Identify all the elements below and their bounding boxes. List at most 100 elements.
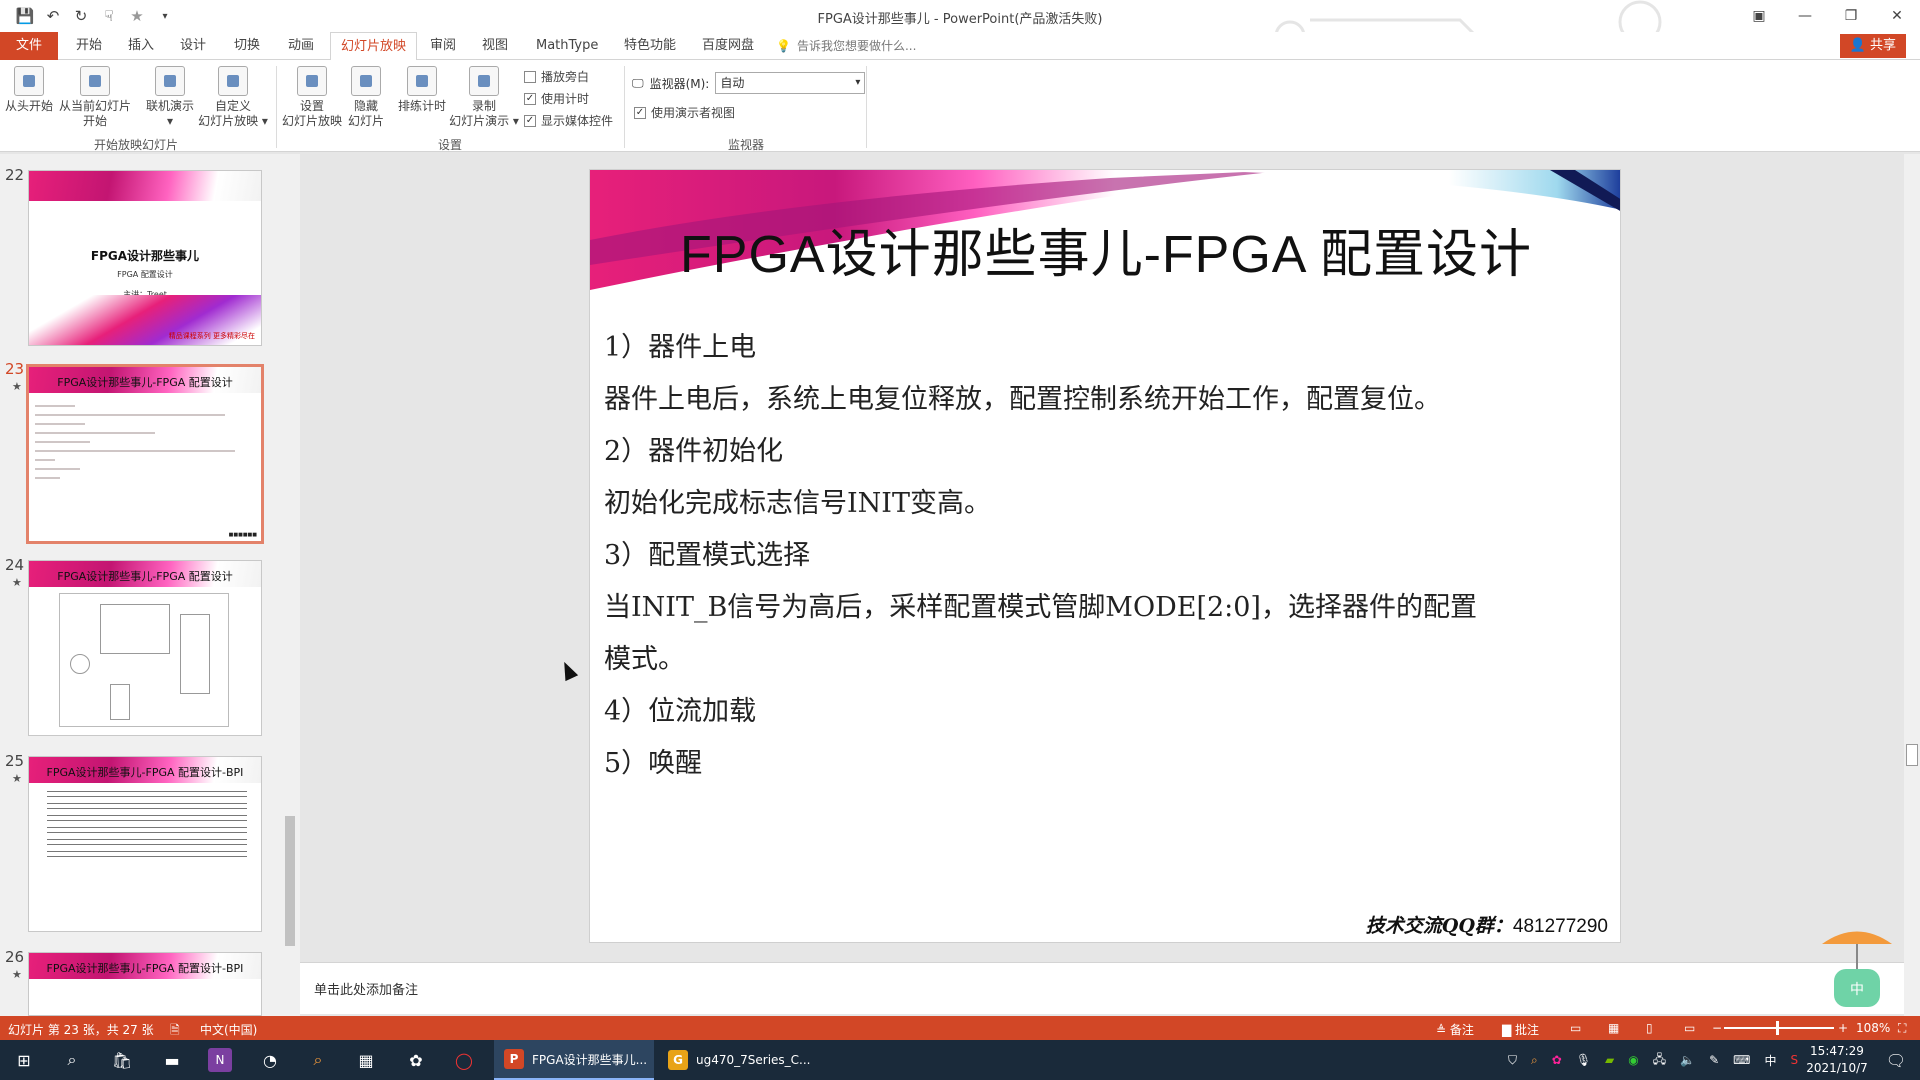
slide-number: 25 xyxy=(5,752,25,770)
slide-scrollbar[interactable] xyxy=(1904,154,1920,1016)
settings-flower-icon[interactable]: ✿ xyxy=(404,1048,428,1072)
rehearse-timings-button[interactable]: 排练计时 xyxy=(394,66,450,114)
hide-slide-button[interactable]: 隐藏 幻灯片 xyxy=(344,66,388,129)
thumbnails-scrollbar[interactable] xyxy=(283,158,297,1014)
play-narrations-checkbox[interactable]: 播放旁白 xyxy=(524,68,589,85)
tab-special-features[interactable]: 特色功能 xyxy=(614,32,686,60)
app-icon[interactable]: ◔ xyxy=(258,1048,282,1072)
store-icon[interactable]: 🛍 xyxy=(110,1048,134,1072)
ime-indicator[interactable]: 中 xyxy=(1765,1052,1777,1069)
nvidia-icon[interactable]: ▰ xyxy=(1605,1053,1614,1067)
shield-icon[interactable]: ⛉ xyxy=(1508,1053,1517,1068)
tab-design[interactable]: 设计 xyxy=(170,32,216,60)
tab-view[interactable]: 视图 xyxy=(472,32,518,60)
keyboard-icon[interactable]: ⌨ xyxy=(1733,1053,1750,1067)
minimize-icon[interactable]: — xyxy=(1782,0,1828,32)
slide-counter: 幻灯片 第 23 张，共 27 张 xyxy=(8,1023,154,1037)
language-indicator[interactable]: 中文(中国) xyxy=(200,1021,257,1038)
slide-thumbnail-26[interactable]: FPGA设计那些事儿-FPGA 配置设计-BPI xyxy=(28,952,262,1016)
zoom-out-icon[interactable]: − xyxy=(1712,1021,1722,1035)
search-tool-icon[interactable]: ⌕ xyxy=(306,1048,330,1072)
hide-slide-icon xyxy=(351,66,381,96)
present-online-button[interactable]: 联机演示 ▾ xyxy=(142,66,198,129)
tab-slide-show[interactable]: 幻灯片放映 xyxy=(330,32,418,61)
onenote-icon[interactable]: N xyxy=(208,1048,232,1072)
group-label-setup: 设置 xyxy=(438,138,463,152)
presenter-view-checkbox[interactable]: ✓ 使用演示者视图 xyxy=(634,104,735,121)
slide-thumbnail-22[interactable]: FPGA设计那些事儿 FPGA 配置设计 主讲：Treet 精品课程系列 更多精… xyxy=(28,170,262,346)
slide-thumbnail-23[interactable]: FPGA设计那些事儿-FPGA 配置设计 ■■■■■■ xyxy=(26,364,264,544)
calculator-icon[interactable]: ▦ xyxy=(354,1048,378,1072)
slide-title[interactable]: FPGA设计那些事儿-FPGA 配置设计 xyxy=(590,212,1620,287)
custom-show-label-2: 幻灯片放映 ▾ xyxy=(198,114,268,128)
taskbar-app-pdf[interactable]: G ug470_7Series_C... xyxy=(658,1040,818,1080)
thumbnail-schematic xyxy=(59,593,229,727)
slide-thumbnail-25[interactable]: FPGA设计那些事儿-FPGA 配置设计-BPI xyxy=(28,756,262,932)
file-explorer-icon[interactable]: ▬ xyxy=(160,1048,184,1072)
notes-pane[interactable]: 单击此处添加备注 xyxy=(300,962,1904,1014)
taskbar-clock[interactable]: 15:47:29 2021/10/7 xyxy=(1792,1043,1882,1077)
taskbar-app-powerpoint[interactable]: P FPGA设计那些事儿... xyxy=(494,1040,654,1080)
share-button[interactable]: 👤 共享 xyxy=(1839,34,1906,58)
slide-body-text[interactable]: 1）器件上电 器件上电后，系统上电复位释放，配置控制系统开始工作，配置复位。 2… xyxy=(604,322,1604,790)
volume-icon[interactable]: 🔈 xyxy=(1680,1053,1695,1067)
stopwatch-icon xyxy=(407,66,437,96)
microphone-icon[interactable]: 🎙 xyxy=(1576,1053,1591,1067)
flower-tray-icon[interactable]: ✿ xyxy=(1552,1053,1562,1067)
zoom-level[interactable]: 108% xyxy=(1856,1021,1890,1035)
tab-file[interactable]: 文件 xyxy=(0,32,58,60)
checkbox-checked-icon: ✓ xyxy=(524,114,536,127)
windows-start-icon[interactable]: ⊞ xyxy=(12,1048,36,1072)
tab-home[interactable]: 开始 xyxy=(66,32,112,60)
search-icon[interactable]: ⌕ xyxy=(60,1048,84,1072)
tell-me-box[interactable]: 💡 告诉我您想要做什么... xyxy=(776,32,916,60)
slideshow-view-icon[interactable]: ▭ xyxy=(1684,1021,1695,1035)
search-tray-icon[interactable]: ⌕ xyxy=(1531,1053,1538,1068)
restore-icon[interactable]: ❐ xyxy=(1828,0,1874,32)
setup-slide-show-button[interactable]: 设置 幻灯片放映 xyxy=(280,66,344,129)
clock-date: 2021/10/7 xyxy=(1806,1061,1868,1075)
network-icon[interactable]: 🖧 xyxy=(1653,1050,1666,1071)
zoom-in-icon[interactable]: + xyxy=(1838,1021,1848,1035)
zoom-slider[interactable] xyxy=(1724,1027,1834,1029)
monitor-selector: 🖵 监视器(M): 自动 xyxy=(632,72,866,94)
use-timings-checkbox[interactable]: ✓ 使用计时 xyxy=(524,90,589,107)
show-media-controls-label: 显示媒体控件 xyxy=(541,114,614,128)
zoom-slider-knob[interactable] xyxy=(1776,1021,1779,1035)
close-icon[interactable]: ✕ xyxy=(1874,0,1920,32)
monitor-dropdown[interactable]: 自动 xyxy=(715,72,866,94)
record-slide-show-button[interactable]: 录制 幻灯片演示 ▾ xyxy=(448,66,520,129)
opera-icon[interactable]: ◯ xyxy=(452,1048,476,1072)
fit-to-window-icon[interactable]: ⛶ xyxy=(1898,1021,1906,1036)
scrollbar-thumb[interactable] xyxy=(1906,744,1918,766)
dropdown-arrow-icon: ▾ xyxy=(166,114,174,128)
notification-center-icon[interactable]: 🗨 xyxy=(1884,1048,1908,1072)
slide-transition-star-icon: ★ xyxy=(12,772,22,785)
scrollbar-thumb[interactable] xyxy=(285,816,295,946)
tab-mathtype[interactable]: MathType xyxy=(526,32,608,60)
comments-toggle-button[interactable]: ▇ 批注 xyxy=(1502,1021,1539,1038)
tab-transitions[interactable]: 切换 xyxy=(224,32,270,60)
ribbon-display-options-icon[interactable]: ▣ xyxy=(1736,0,1782,32)
from-beginning-button[interactable]: 从头开始 xyxy=(4,66,54,114)
slide-bullet: 3）配置模式选择 xyxy=(604,540,811,571)
tab-animations[interactable]: 动画 xyxy=(278,32,324,60)
tab-insert[interactable]: 插入 xyxy=(118,32,164,60)
from-current-slide-button[interactable]: 从当前幻灯片 开始 xyxy=(58,66,132,129)
group-label-start: 开始放映幻灯片 xyxy=(94,138,179,152)
tab-baidu-netdisk[interactable]: 百度网盘 xyxy=(692,32,764,60)
custom-slide-show-button[interactable]: 自定义 幻灯片放映 ▾ xyxy=(196,66,270,129)
slide-sorter-view-icon[interactable]: ▦ xyxy=(1608,1021,1619,1035)
share-label: 共享 xyxy=(1869,38,1896,53)
tab-review[interactable]: 审阅 xyxy=(420,32,466,60)
notes-toggle-button[interactable]: ≜ 备注 xyxy=(1436,1021,1474,1038)
normal-view-icon[interactable]: ▭ xyxy=(1570,1021,1581,1035)
show-media-controls-checkbox[interactable]: ✓ 显示媒体控件 xyxy=(524,112,613,129)
pen-icon[interactable]: ✎ xyxy=(1709,1053,1719,1067)
assistant-mascot-icon[interactable]: 中 xyxy=(1812,924,1902,1014)
wechat-icon[interactable]: ◉ xyxy=(1628,1053,1638,1067)
current-slide[interactable]: FPGA设计那些事儿-FPGA 配置设计 1）器件上电 器件上电后，系统上电复位… xyxy=(589,169,1621,943)
reading-view-icon[interactable]: ▯ xyxy=(1646,1021,1653,1035)
spell-check-icon[interactable]: 🗎 xyxy=(170,1021,180,1042)
slide-thumbnail-24[interactable]: FPGA设计那些事儿-FPGA 配置设计 xyxy=(28,560,262,736)
